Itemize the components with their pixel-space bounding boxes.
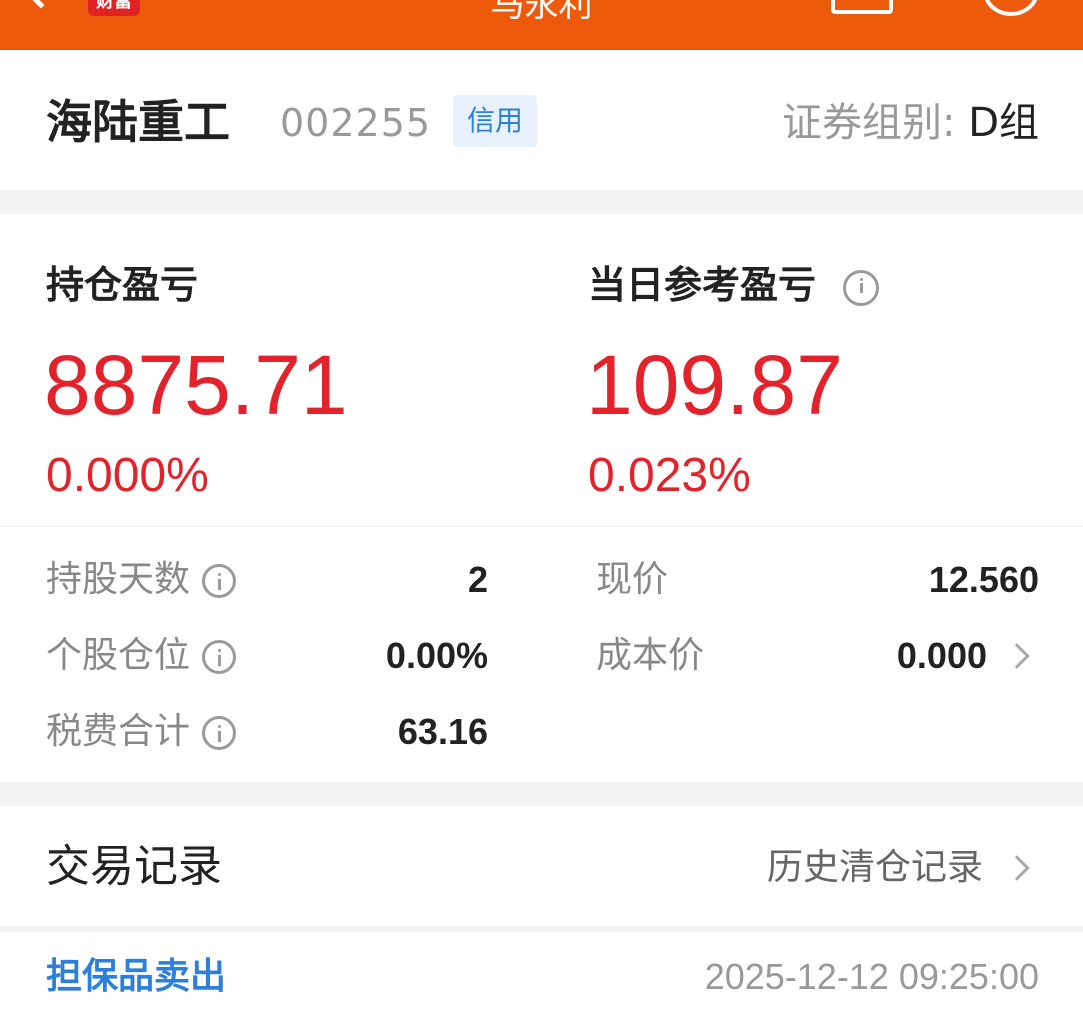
section-gap [0,782,1083,806]
chevron-right-icon[interactable] [1004,855,1030,881]
daily-pnl-title: 当日参考盈亏 [588,262,880,308]
current-price-label: 现价 [596,559,669,600]
divider [0,526,1083,527]
fees-total-value: 63.16 [397,711,488,752]
holding-days-text: 持股天数 [46,559,191,600]
security-group[interactable]: 证券组别: D组 [782,98,1039,148]
stock-code: 002255 [280,101,432,145]
window-icon[interactable] [831,0,893,14]
trade-records-title: 交易记录 [46,841,222,892]
fees-total-label: 税费合计 [46,710,237,754]
holding-pnl-value: 8875.71 [44,338,348,432]
account-title: 马永利 [490,0,593,25]
position-ratio-value: 0.00% [385,635,488,676]
trade-time: 2025-12-12 09:25:00 [704,956,1039,997]
fees-total-text: 税费合计 [46,711,191,752]
info-icon[interactable] [202,640,237,674]
holding-pnl-pct: 0.000% [46,449,209,502]
info-icon[interactable] [843,269,880,306]
section-gap [0,926,1083,932]
cost-price-label[interactable]: 成本价 [596,634,704,678]
current-price-value: 12.560 [928,559,1039,600]
top-bar: 财富 马永利 [0,0,1083,50]
stock-name: 海陆重工 [46,95,230,149]
daily-pnl-value: 109.87 [586,338,843,432]
info-icon[interactable] [202,564,237,598]
position-ratio-label: 个股仓位 [46,634,237,678]
section-gap [0,190,1083,214]
position-ratio-text: 个股仓位 [46,635,191,676]
credit-tag: 信用 [453,95,537,147]
holding-days-value: 2 [467,559,488,600]
daily-pnl-pct: 0.023% [588,449,751,502]
daily-pnl-label: 当日参考盈亏 [588,263,817,307]
security-group-label: 证券组别: [781,100,956,146]
holding-pnl-title: 持仓盈亏 [46,263,199,307]
chevron-right-icon[interactable] [1004,643,1030,669]
cost-price-value[interactable]: 0.000 [897,634,987,678]
info-icon[interactable] [202,716,237,750]
history-clearance-link[interactable]: 历史清仓记录 [767,846,983,890]
security-group-value: D组 [968,100,1039,146]
trade-type[interactable]: 担保品卖出 [46,954,226,1000]
holding-days-label: 持股天数 [46,558,237,602]
